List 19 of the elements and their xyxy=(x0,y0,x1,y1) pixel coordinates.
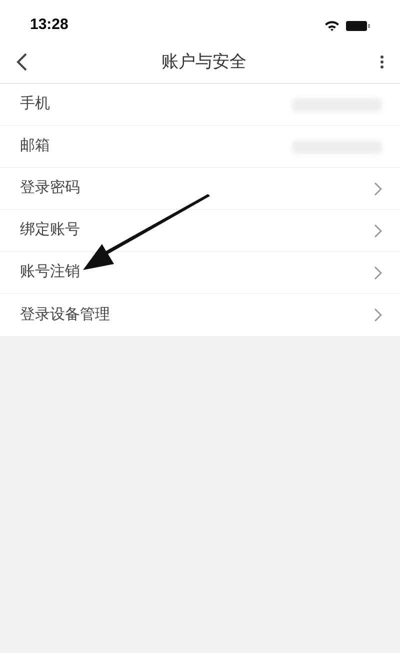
settings-row[interactable]: 登录设备管理 xyxy=(0,294,400,336)
page-title: 账户与安全 xyxy=(162,50,246,73)
settings-row[interactable]: 邮箱 xyxy=(0,126,400,168)
row-label: 手机 xyxy=(20,94,50,114)
chevron-icon xyxy=(374,224,382,238)
more-icon[interactable] xyxy=(380,54,384,68)
row-label: 登录设备管理 xyxy=(20,304,110,325)
row-label: 邮箱 xyxy=(20,136,50,156)
status-time: 13:28 xyxy=(30,17,68,32)
row-label: 账号注销 xyxy=(20,262,80,282)
row-label: 绑定账号 xyxy=(20,220,80,240)
chevron-icon xyxy=(374,266,382,280)
battery-icon xyxy=(346,20,370,32)
wifi-icon xyxy=(324,20,340,32)
back-icon[interactable] xyxy=(16,52,28,72)
row-label: 登录密码 xyxy=(20,178,80,198)
chevron-icon xyxy=(374,308,382,322)
settings-row[interactable]: 手机 xyxy=(0,84,400,126)
chevron-icon xyxy=(374,182,382,196)
